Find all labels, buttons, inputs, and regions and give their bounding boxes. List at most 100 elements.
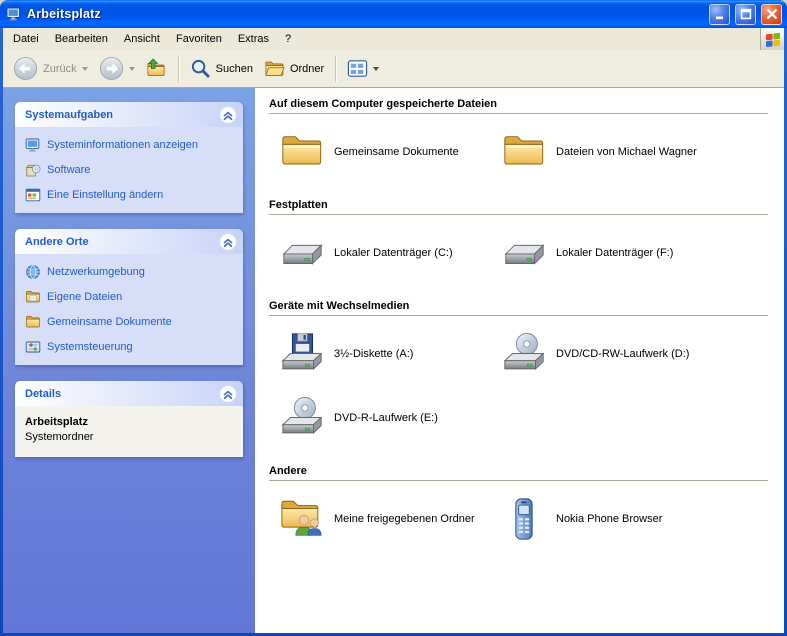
back-button[interactable]: Zurück	[9, 53, 92, 84]
title-bar[interactable]: Arbeitsplatz	[0, 0, 787, 28]
folders-button[interactable]: Ordner	[260, 55, 328, 82]
sidebar-item-software[interactable]: Software	[25, 162, 233, 178]
toolbar-separator	[335, 55, 337, 82]
group-title: Andere	[269, 465, 768, 481]
back-icon	[13, 56, 38, 81]
up-button[interactable]	[142, 55, 171, 82]
menu-datei[interactable]: Datei	[5, 30, 47, 48]
collapse-chevron-icon[interactable]	[219, 385, 237, 403]
panel-system-tasks: Systemaufgaben Systeminformationen anzei…	[15, 102, 243, 213]
close-button[interactable]	[761, 3, 782, 25]
toolbar: Zurück Suchen Ordner	[3, 50, 784, 88]
close-icon	[766, 9, 777, 19]
sidebar-item-label: Eine Einstellung ändern	[47, 189, 164, 201]
drive-item-label: DVD/CD-RW-Laufwerk (D:)	[556, 348, 690, 360]
drive-item-label: DVD-R-Laufwerk (E:)	[334, 412, 438, 424]
menu-favoriten[interactable]: Favoriten	[168, 30, 230, 48]
group-removable-media: Geräte mit Wechselmedien 3½-Diskette (A:…	[269, 300, 768, 445]
group-items: Gemeinsame Dokumente Dateien von Michael…	[269, 114, 768, 179]
software-icon	[25, 162, 41, 178]
maximize-button[interactable]	[735, 3, 756, 25]
group-other: Andere Meine freigegebenen Ordner Nokia …	[269, 465, 768, 546]
change-setting-icon	[25, 187, 41, 203]
file-item-label: Meine freigegebenen Ordner	[334, 513, 475, 525]
minimize-button[interactable]	[709, 3, 730, 25]
drive-item-d[interactable]: DVD/CD-RW-Laufwerk (D:)	[501, 331, 768, 377]
minimize-icon	[715, 16, 723, 20]
group-title: Festplatten	[269, 199, 768, 215]
views-dropdown-icon	[373, 66, 380, 71]
sidebar-item-change-setting[interactable]: Eine Einstellung ändern	[25, 187, 233, 203]
floppy-drive-icon	[279, 331, 325, 377]
hard-drive-icon	[501, 230, 547, 276]
maximize-icon	[740, 8, 751, 20]
search-button[interactable]: Suchen	[186, 55, 257, 82]
sidebar-item-label: Systeminformationen anzeigen	[47, 139, 199, 151]
explorer-window: Arbeitsplatz Datei Bearbeiten Ansicht Fa…	[0, 0, 787, 636]
drive-item-label: Lokaler Datenträger (C:)	[334, 247, 453, 259]
menu-ansicht[interactable]: Ansicht	[116, 30, 168, 48]
sidebar-item-control-panel[interactable]: Systemsteuerung	[25, 339, 233, 355]
windows-logo-tile	[760, 28, 784, 50]
details-item-type: Systemordner	[25, 431, 94, 443]
folders-button-label: Ordner	[289, 62, 325, 75]
details-header[interactable]: Details	[15, 381, 243, 406]
menu-bearbeiten[interactable]: Bearbeiten	[47, 30, 116, 48]
search-icon	[190, 58, 211, 79]
folder-icon	[279, 129, 325, 175]
other-places-body: Netzwerkumgebung Eigene Dateien Gemeinsa…	[15, 254, 243, 365]
system-tasks-header[interactable]: Systemaufgaben	[15, 102, 243, 127]
search-button-label: Suchen	[215, 62, 253, 75]
group-stored-files: Auf diesem Computer gespeicherte Dateien…	[269, 98, 768, 179]
sidebar-item-shared-documents[interactable]: Gemeinsame Dokumente	[25, 314, 233, 330]
panel-details: Details Arbeitsplatz Systemordner	[15, 381, 243, 457]
details-item-name: Arbeitsplatz	[25, 416, 88, 428]
sidebar-item-label: Netzwerkumgebung	[47, 266, 145, 278]
file-item-user-files[interactable]: Dateien von Michael Wagner	[501, 129, 768, 175]
file-item-shared-documents[interactable]: Gemeinsame Dokumente	[279, 129, 501, 175]
sidebar-item-network[interactable]: Netzwerkumgebung	[25, 264, 233, 280]
group-items: Lokaler Datenträger (C:) Lokaler Datentr…	[269, 215, 768, 280]
file-item-shared-folders[interactable]: Meine freigegebenen Ordner	[279, 496, 501, 542]
cd-drive-icon	[501, 331, 547, 377]
drive-item-a[interactable]: 3½-Diskette (A:)	[279, 331, 501, 377]
group-hard-drives: Festplatten Lokaler Datenträger (C:) Lok…	[269, 199, 768, 280]
sidebar-item-my-documents[interactable]: Eigene Dateien	[25, 289, 233, 305]
phone-icon	[501, 496, 547, 542]
menu-help[interactable]: ?	[277, 30, 299, 48]
system-tasks-body: Systeminformationen anzeigen Software Ei…	[15, 127, 243, 213]
toolbar-separator	[177, 55, 179, 82]
back-dropdown-icon	[81, 66, 88, 71]
shared-folder-icon	[279, 496, 325, 542]
folders-icon	[264, 58, 285, 79]
menu-extras[interactable]: Extras	[230, 30, 277, 48]
menu-bar: Datei Bearbeiten Ansicht Favoriten Extra…	[3, 28, 784, 50]
sidebar-item-label: Gemeinsame Dokumente	[47, 316, 172, 328]
shared-documents-icon	[25, 314, 41, 330]
system-information-icon	[25, 137, 41, 153]
drive-item-label: 3½-Diskette (A:)	[334, 348, 414, 360]
forward-icon	[99, 56, 124, 81]
drive-item-c[interactable]: Lokaler Datenträger (C:)	[279, 230, 501, 276]
file-item-label: Nokia Phone Browser	[556, 513, 663, 525]
up-folder-icon	[146, 58, 167, 79]
collapse-chevron-icon[interactable]	[219, 233, 237, 251]
windows-logo-icon	[764, 30, 782, 48]
file-item-label: Gemeinsame Dokumente	[334, 146, 459, 158]
system-tasks-title: Systemaufgaben	[25, 108, 114, 121]
file-item-nokia-phone-browser[interactable]: Nokia Phone Browser	[501, 496, 768, 542]
details-body: Arbeitsplatz Systemordner	[15, 406, 243, 457]
views-button[interactable]	[343, 55, 383, 82]
drive-item-f[interactable]: Lokaler Datenträger (F:)	[501, 230, 768, 276]
collapse-chevron-icon[interactable]	[219, 106, 237, 124]
network-icon	[25, 264, 41, 280]
sidebar-item-label: Eigene Dateien	[47, 291, 123, 303]
forward-button[interactable]	[95, 53, 139, 84]
window-body: Datei Bearbeiten Ansicht Favoriten Extra…	[3, 28, 784, 633]
content-area: Systemaufgaben Systeminformationen anzei…	[3, 88, 784, 633]
group-title: Auf diesem Computer gespeicherte Dateien	[269, 98, 768, 114]
group-title: Geräte mit Wechselmedien	[269, 300, 768, 316]
drive-item-e[interactable]: DVD-R-Laufwerk (E:)	[279, 395, 501, 441]
sidebar-item-system-information[interactable]: Systeminformationen anzeigen	[25, 137, 233, 153]
other-places-header[interactable]: Andere Orte	[15, 229, 243, 254]
